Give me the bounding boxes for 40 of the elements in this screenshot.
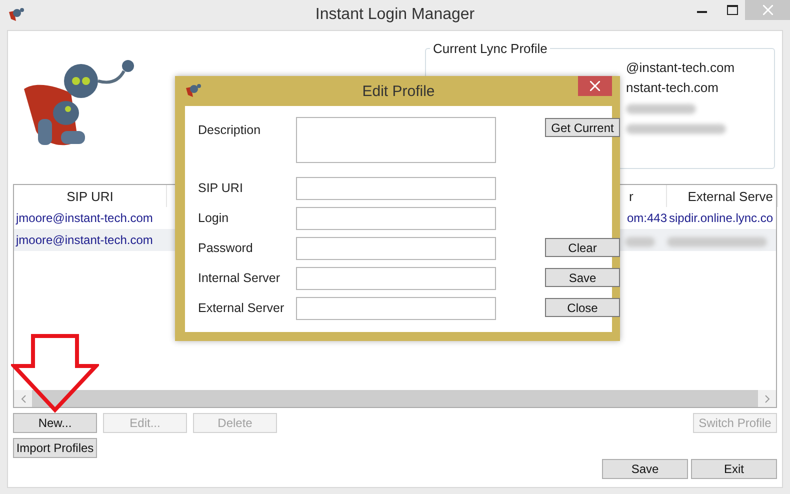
input-field[interactable]: [296, 207, 496, 230]
input-field[interactable]: [296, 267, 496, 290]
dialog-button[interactable]: Save: [545, 268, 620, 287]
horizontal-scrollbar[interactable]: [14, 390, 776, 407]
close-button[interactable]: [578, 76, 612, 96]
field-label: Description: [198, 122, 262, 137]
import-profiles-button[interactable]: Import Profiles: [13, 438, 97, 458]
profile-value: nstant-tech.com: [626, 80, 720, 94]
group-title: Current Lync Profile: [432, 41, 548, 56]
field-label: SIP URI: [198, 180, 244, 195]
table-cell-text: jmoore@instant-tech.com: [14, 233, 154, 247]
close-icon: [590, 81, 600, 91]
dialog-button[interactable]: Close: [545, 298, 620, 317]
field-label: Password: [198, 240, 254, 255]
input-field[interactable]: [296, 237, 496, 260]
app-icon: [185, 83, 201, 99]
blurred-text: [625, 237, 655, 247]
field-label: External Server: [198, 300, 286, 315]
dialog-button[interactable]: Clear: [545, 238, 620, 257]
input-field[interactable]: [296, 177, 496, 200]
field-label: Internal Server: [198, 270, 281, 285]
dialog-title: Edit Profile: [362, 83, 435, 100]
column-header[interactable]: r: [625, 185, 667, 207]
app-icon: [8, 7, 24, 23]
dialog-button[interactable]: Get Current: [545, 118, 620, 137]
scroll-right-icon[interactable]: [764, 394, 770, 402]
table-cell-text: om:443: [626, 211, 667, 225]
scroll-left-icon[interactable]: [20, 394, 26, 402]
action-button[interactable]: New...: [13, 413, 97, 433]
close-icon: [762, 5, 772, 15]
table-cell-text: sipdir.online.lync.co: [668, 211, 774, 225]
window-title: Instant Login Manager: [315, 6, 475, 24]
input-field[interactable]: [296, 117, 496, 163]
profile-value: @instant-tech.com: [626, 60, 736, 74]
save-button[interactable]: Save: [602, 459, 688, 479]
field-label: Login: [198, 210, 230, 225]
column-header[interactable]: External Serve: [667, 185, 778, 207]
exit-button[interactable]: Exit: [691, 459, 777, 479]
input-field[interactable]: [296, 297, 496, 320]
column-header[interactable]: SIP URI: [14, 185, 167, 207]
